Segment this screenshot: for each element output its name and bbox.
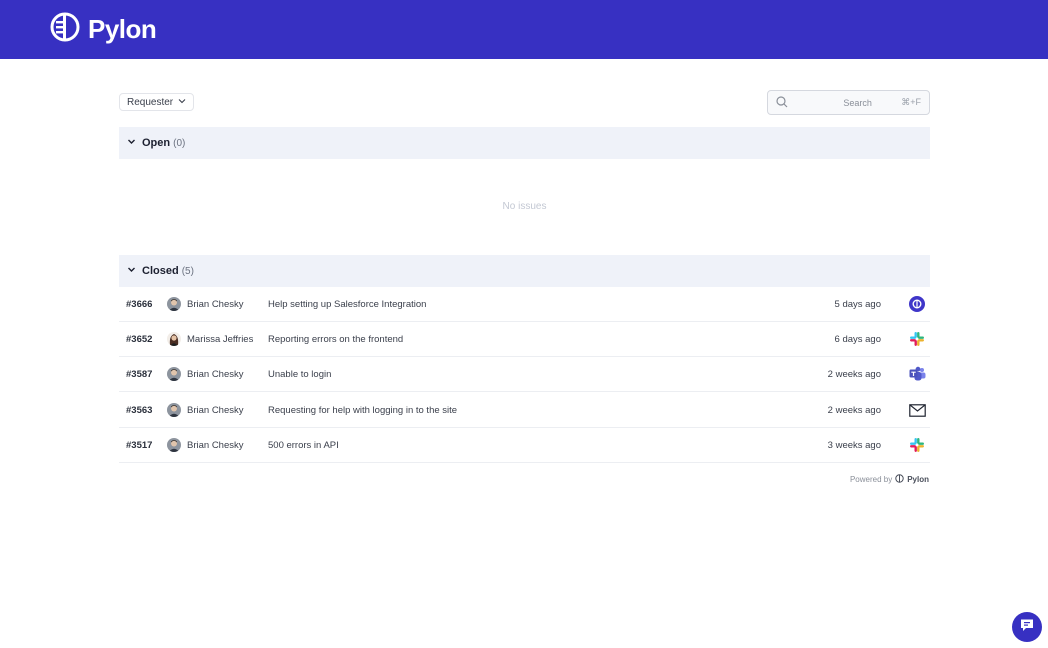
issue-time: 6 days ago — [834, 333, 881, 345]
email-icon — [908, 401, 926, 419]
chevron-down-icon — [127, 265, 136, 277]
powered-by[interactable]: Powered by Pylon — [850, 474, 929, 485]
issue-id: #3587 — [126, 368, 153, 380]
search-placeholder: Search — [843, 97, 872, 108]
issue-row[interactable]: #3587 Brian Chesky Unable to login 2 wee… — [119, 357, 930, 392]
pylon-logo-icon — [895, 474, 904, 485]
pylon-logo[interactable]: Pylon — [50, 12, 157, 47]
teams-icon — [908, 365, 926, 383]
open-section-header[interactable]: Open (0) — [119, 127, 930, 159]
powered-by-label: Powered by — [849, 475, 893, 484]
avatar — [167, 367, 181, 381]
issue-title: Unable to login — [268, 368, 332, 380]
open-section-count: (0) — [173, 137, 186, 149]
issue-title: Help setting up Salesforce Integration — [268, 298, 427, 310]
slack-icon — [908, 330, 926, 348]
pylon-icon — [908, 295, 926, 313]
top-header: Pylon — [0, 0, 1048, 59]
requester-name: Brian Chesky — [187, 404, 244, 416]
issue-id: #3666 — [126, 298, 153, 310]
requester-name: Marissa Jeffries — [187, 333, 254, 345]
requester-name: Brian Chesky — [187, 368, 244, 380]
search-shortcut: ⌘+F — [901, 97, 921, 107]
issue-title: Requesting for help with logging in to t… — [268, 404, 458, 416]
issue-id: #3652 — [126, 333, 153, 345]
closed-section-count: (5) — [181, 265, 194, 277]
closed-section-title: Closed — [142, 265, 179, 277]
requester-filter-button[interactable]: Requester — [119, 93, 195, 111]
issue-row[interactable]: #3666 Brian Chesky Help setting up Sales… — [119, 287, 930, 322]
issue-time: 3 weeks ago — [827, 439, 881, 451]
issue-title: Reporting errors on the frontend — [268, 333, 404, 345]
avatar — [167, 403, 181, 417]
chevron-down-icon — [127, 137, 136, 149]
empty-state: No issues — [502, 200, 547, 212]
issue-time: 2 weeks ago — [827, 404, 881, 416]
requester-name: Brian Chesky — [187, 298, 244, 310]
avatar — [167, 438, 181, 452]
issue-row[interactable]: #3563 Brian Chesky Requesting for help w… — [119, 393, 930, 428]
requester-filter-label: Requester — [127, 96, 174, 108]
issue-time: 5 days ago — [834, 298, 881, 310]
chat-launcher-button[interactable] — [1012, 612, 1042, 642]
chat-icon — [1019, 617, 1035, 638]
avatar — [167, 297, 181, 311]
issue-title: 500 errors in API — [268, 439, 339, 451]
search-input[interactable]: Search ⌘+F — [767, 90, 930, 115]
issue-time: 2 weeks ago — [827, 368, 881, 380]
closed-section-header[interactable]: Closed (5) — [119, 255, 930, 287]
powered-by-brand: Pylon — [907, 475, 929, 484]
chevron-down-icon — [178, 97, 186, 108]
issue-id: #3517 — [126, 439, 153, 451]
slack-icon — [908, 436, 926, 454]
avatar — [167, 332, 181, 346]
search-icon — [776, 95, 788, 110]
brand-name: Pylon — [88, 14, 157, 44]
issue-row[interactable]: #3517 Brian Chesky 500 errors in API 3 w… — [119, 428, 930, 463]
issue-row[interactable]: #3652 Marissa Jeffries Reporting errors … — [119, 322, 930, 357]
pylon-logo-icon — [50, 12, 80, 47]
open-section-title: Open — [142, 137, 171, 149]
issue-id: #3563 — [126, 404, 153, 416]
requester-name: Brian Chesky — [187, 439, 244, 451]
